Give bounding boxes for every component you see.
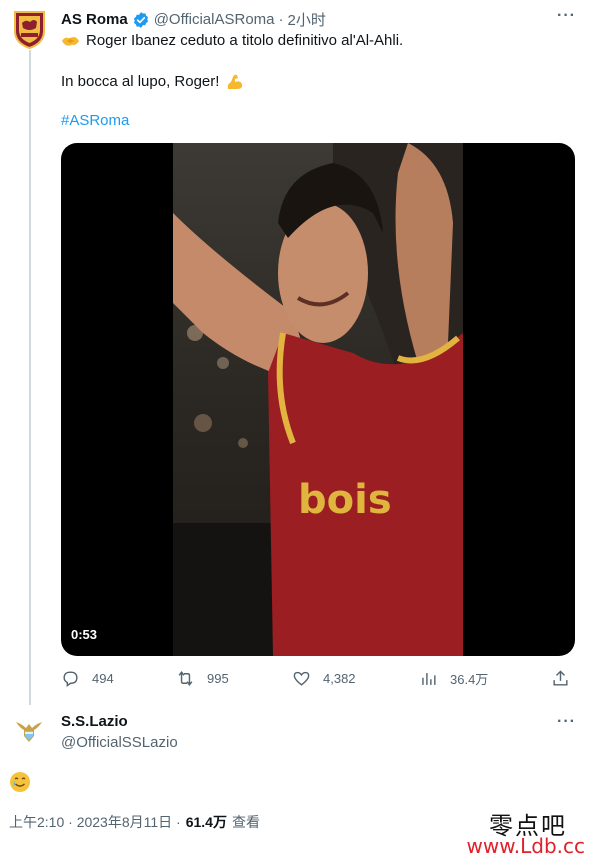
tweet-time[interactable]: 2小时 bbox=[288, 9, 326, 30]
tweet-line-1: Roger Ibanez ceduto a titolo definitivo … bbox=[61, 31, 403, 51]
like-button[interactable]: 4,382 bbox=[292, 669, 356, 688]
share-icon bbox=[553, 670, 568, 686]
author-handle[interactable]: @OfficialASRoma bbox=[154, 11, 275, 28]
watermark-url: www.Ldb.cc bbox=[466, 834, 585, 858]
like-count: 4,382 bbox=[323, 671, 356, 686]
hashtag-link[interactable]: #ASRoma bbox=[61, 112, 129, 129]
thread-line bbox=[29, 50, 31, 705]
jersey-text: bois bbox=[298, 477, 392, 523]
video-thumbnail: bois bbox=[173, 143, 463, 656]
quote-author-name[interactable]: S.S.Lazio bbox=[61, 713, 128, 730]
as-roma-avatar[interactable] bbox=[13, 9, 46, 49]
analytics-icon bbox=[422, 672, 436, 685]
retweet-button[interactable]: 995 bbox=[176, 669, 229, 688]
views-count: 36.4万 bbox=[450, 672, 489, 687]
quote-more-options-icon[interactable]: ··· bbox=[557, 713, 576, 731]
author-name[interactable]: AS Roma bbox=[61, 11, 128, 28]
handshake-icon bbox=[61, 37, 80, 46]
quote-timestamp[interactable]: 上午2:10 · 2023年8月11日 · bbox=[9, 812, 181, 832]
verified-badge-icon bbox=[133, 11, 148, 28]
ss-lazio-avatar[interactable] bbox=[14, 716, 44, 746]
quote-timestamp-row: 上午2:10 · 2023年8月11日 · 61.4万 查看 bbox=[9, 812, 260, 832]
heart-icon bbox=[293, 671, 310, 686]
reply-count: 494 bbox=[92, 671, 114, 686]
tweet-text-line-2: In bocca al lupo, Roger! bbox=[61, 73, 220, 90]
views-button[interactable]: 36.4万 bbox=[419, 669, 488, 688]
retweet-icon bbox=[178, 670, 193, 687]
quote-views-label: 查看 bbox=[231, 814, 260, 830]
retweet-count: 995 bbox=[207, 671, 229, 686]
tweet-text-line-1: Roger Ibanez ceduto a titolo definitivo … bbox=[86, 32, 404, 49]
quote-views-value: 61.4万 bbox=[185, 814, 227, 830]
flexed-biceps-icon bbox=[228, 74, 243, 89]
reply-button[interactable]: 494 bbox=[61, 669, 114, 688]
tweet-line-2: In bocca al lupo, Roger! bbox=[61, 72, 245, 92]
video-duration: 0:53 bbox=[71, 627, 98, 642]
tweet-header: AS Roma @OfficialASRoma · 2小时 bbox=[61, 9, 326, 30]
more-options-icon[interactable]: ··· bbox=[557, 7, 576, 25]
quote-emoji: 🥲 bbox=[9, 771, 31, 799]
smiling-face-with-tear-icon bbox=[10, 772, 30, 792]
quote-author-handle[interactable]: @OfficialSSLazio bbox=[61, 734, 178, 751]
video-player[interactable]: bois 0:53 bbox=[61, 143, 575, 656]
meta-separator: · bbox=[278, 11, 284, 28]
share-button[interactable] bbox=[551, 669, 570, 688]
reply-icon bbox=[63, 671, 78, 688]
